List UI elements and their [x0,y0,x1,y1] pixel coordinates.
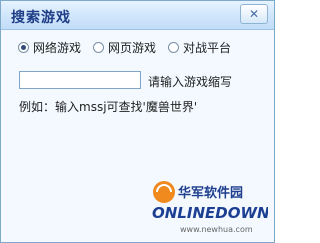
radio-battle-platform[interactable]: 对战平台 [168,39,231,56]
dialog-title: 搜索游戏 [11,10,71,26]
radio-online-game[interactable]: 网络游戏 [18,39,81,56]
dialog-titlebar: 搜索游戏 ✕ [1,1,274,30]
radio-button[interactable] [168,42,180,53]
search-game-dialog: 搜索游戏 ✕ 网络游戏 网页游戏 对战平台 请输入游戏缩写 例如：输入mssj可… [0,0,275,243]
search-hint: 请输入游戏缩写 [148,75,233,89]
radio-label: 网页游戏 [108,41,157,55]
search-input[interactable] [19,71,141,89]
game-type-radio-group: 网络游戏 网页游戏 对战平台 [18,39,243,56]
watermark-logo-text: ONLINEDOWN [152,204,268,222]
watermark-cn-text: 华军软件园 [178,185,243,201]
watermark-url: www.newhua.com [180,225,253,234]
radio-button[interactable] [18,42,29,53]
radio-label: 对战平台 [183,41,232,55]
close-icon: ✕ [248,7,260,21]
close-button[interactable]: ✕ [240,4,268,24]
onlinedown-watermark-logo: 华军软件园 ONLINEDOWN www.newhua.com [152,181,268,234]
radio-web-game[interactable]: 网页游戏 [93,39,156,56]
example-text: 例如：输入mssj可查找'魔兽世界' [19,100,198,114]
radio-label: 网络游戏 [33,41,82,55]
radio-button[interactable] [93,42,105,53]
